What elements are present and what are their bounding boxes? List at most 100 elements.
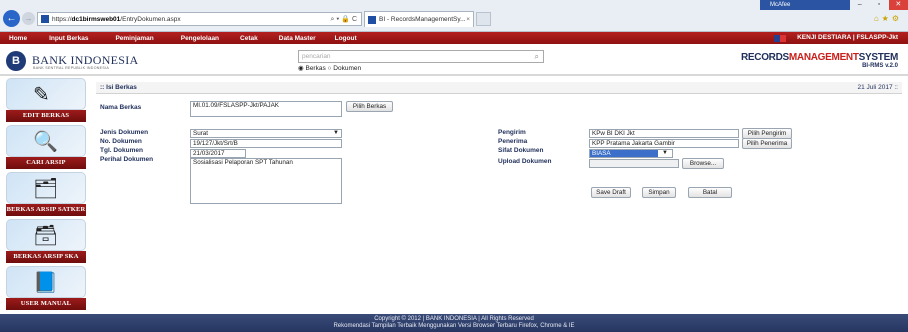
radio-dokumen-label: Dokumen xyxy=(333,65,362,72)
new-tab-button[interactable] xyxy=(476,12,491,26)
folder-icon: 🗂 xyxy=(33,178,59,200)
radio-berkas[interactable]: ◉ xyxy=(298,65,304,72)
window-controls: – ▫ ✕ xyxy=(850,0,908,10)
berkas-satker-image: 🗂 xyxy=(6,172,86,204)
sidebar-item-berkas-arsip-satker[interactable]: 🗂 BERKAS ARSIP SATKER xyxy=(6,172,86,218)
jenis-dokumen-select[interactable]: Surat ▼ xyxy=(190,129,342,138)
penerima-field[interactable]: KPP Pratama Jakarta Gambir xyxy=(589,139,739,148)
menu-data-master[interactable]: Data Master xyxy=(279,35,316,42)
magnifier-icon: 🔍 xyxy=(33,131,58,153)
sifat-dokumen-label: Sifat Dokumen xyxy=(498,147,544,154)
sidebar-item-cari-arsip[interactable]: 🔍 CARI ARSIP xyxy=(6,125,86,171)
menu-home[interactable]: Home xyxy=(9,35,27,42)
mcafee-label: McAfee xyxy=(770,2,791,8)
back-arrow-icon[interactable]: ← xyxy=(3,10,20,27)
upload-file-field[interactable] xyxy=(589,159,679,168)
minimize-icon[interactable]: – xyxy=(850,0,869,10)
url-domain: dc1birmsweb01 xyxy=(71,15,121,23)
tgl-dokumen-field[interactable]: 21/03/2017 xyxy=(190,149,246,158)
footer-copyright: Copyright © 2012 | BANK INDONESIA | All … xyxy=(374,316,534,322)
perihal-dokumen-textarea[interactable]: Sosialisasi Pelaporan SPT Tahunan xyxy=(190,158,342,204)
filebox-icon: 🗃 xyxy=(33,225,59,247)
pengirim-field[interactable]: KPw BI DKI Jkt xyxy=(589,129,739,138)
sifat-dokumen-value: BIASA xyxy=(592,150,611,157)
jenis-dokumen-label: Jenis Dokumen xyxy=(100,129,149,136)
jenis-dokumen-value: Surat xyxy=(193,130,209,137)
penerima-label: Penerima xyxy=(498,138,528,145)
mcafee-badge: McAfee xyxy=(760,0,850,10)
close-window-icon[interactable]: ✕ xyxy=(888,0,908,10)
panel-header: :: Isi Berkas 21 Juli 2017 :: xyxy=(96,82,902,94)
user-manual-image: 📘 xyxy=(6,266,86,298)
main-panel: :: Isi Berkas 21 Juli 2017 :: Nama Berka… xyxy=(96,82,908,314)
edit-berkas-image: ✎ xyxy=(6,78,86,110)
rms-management: MANAGEMENT xyxy=(788,52,859,63)
berkas-ska-image: 🗃 xyxy=(6,219,86,251)
sidebar-label: BERKAS ARSIP SKA xyxy=(6,251,86,263)
chevron-down-icon: ▼ xyxy=(658,150,672,157)
maximize-icon[interactable]: ▫ xyxy=(869,0,888,10)
main-menubar: Home Input Berkas Peminjaman Pengelolaan… xyxy=(0,32,908,44)
site-favicon-icon xyxy=(41,15,49,23)
sidebar-item-berkas-arsip-ska[interactable]: 🗃 BERKAS ARSIP SKA xyxy=(6,219,86,265)
tgl-dokumen-label: Tgl. Dokumen xyxy=(100,147,143,154)
menu-cetak[interactable]: Cetak xyxy=(240,35,258,42)
book-icon: 📘 xyxy=(33,272,58,294)
search-input[interactable]: pencarian ⌕ xyxy=(298,50,544,63)
chevron-down-icon: ▼ xyxy=(333,130,339,136)
search-scope-radios: ◉ Berkas ○ Dokumen xyxy=(298,64,361,72)
rms-version: BI-RMS v.2.0 xyxy=(862,63,898,69)
sidebar-item-user-manual[interactable]: 📘 USER MANUAL xyxy=(6,266,86,312)
tab-close-icon[interactable]: × xyxy=(466,16,470,23)
home-icon[interactable]: ⌂ xyxy=(874,14,882,23)
simpan-button[interactable]: Simpan xyxy=(642,187,676,198)
menu-input-berkas[interactable]: Input Berkas xyxy=(49,35,88,42)
tab-favicon-icon xyxy=(368,15,376,24)
search-placeholder: pencarian xyxy=(302,53,331,60)
sifat-dokumen-select[interactable]: BIASA ▼ xyxy=(589,149,673,158)
sidebar-label: USER MANUAL xyxy=(6,298,86,310)
menu-peminjaman[interactable]: Peminjaman xyxy=(115,35,153,42)
sidebar-label: CARI ARSIP xyxy=(6,157,86,169)
favorites-star-icon[interactable]: ★ xyxy=(882,14,892,23)
pilih-penerima-button[interactable]: Pilih Penerima xyxy=(742,138,792,149)
page-footer: Copyright © 2012 | BANK INDONESIA | All … xyxy=(0,314,908,332)
browse-button[interactable]: Browse... xyxy=(682,158,724,169)
browser-toolbar-icons: ⌂★⚙ xyxy=(874,14,902,23)
bank-subtitle: BANK SENTRAL REPUBLIK INDONESIA xyxy=(33,66,110,70)
batal-button[interactable]: Batal xyxy=(688,187,732,198)
perihal-dokumen-label: Perihal Dokumen xyxy=(100,156,154,163)
nama-berkas-label: Nama Berkas xyxy=(100,104,142,111)
pilih-berkas-button[interactable]: Pilih Berkas xyxy=(346,101,393,112)
search-icon[interactable]: ⌕ xyxy=(535,51,539,62)
address-bar[interactable]: https://dc1birmsweb01/EntryDokumen.aspx … xyxy=(37,12,362,26)
radio-dokumen[interactable]: ○ xyxy=(328,65,332,72)
rms-system: SYSTEM xyxy=(858,52,899,63)
settings-gear-icon[interactable]: ⚙ xyxy=(892,14,902,23)
nama-berkas-field[interactable]: MI.01.09/FSLASPP-Jkt/PAJAK xyxy=(190,101,342,117)
menu-pengelolaan[interactable]: Pengelolaan xyxy=(181,35,219,42)
url-path: /EntryDokumen.aspx xyxy=(120,15,181,23)
language-flag-icon[interactable] xyxy=(774,35,786,42)
pencil-icon: ✎ xyxy=(33,84,50,106)
upload-dokumen-label: Upload Dokumen xyxy=(498,158,552,165)
browser-chrome: ← → https://dc1birmsweb01/EntryDokumen.a… xyxy=(0,0,908,32)
save-draft-button[interactable]: Save Draft xyxy=(591,187,631,198)
no-dokumen-label: No. Dokumen xyxy=(100,138,142,145)
url-prefix: https:// xyxy=(52,15,72,23)
browser-tab[interactable]: BI - RecordsManagementSy... × xyxy=(364,11,474,27)
no-dokumen-field[interactable]: 19/127/Jkt/Srt/B xyxy=(190,139,342,148)
panel-date: 21 Juli 2017 :: xyxy=(857,84,898,91)
menu-logout[interactable]: Logout xyxy=(335,35,357,42)
user-info: KENJI DESTIARA | FSLASPP-Jkt xyxy=(797,34,898,41)
radio-berkas-label: Berkas xyxy=(305,65,326,72)
forward-arrow-icon[interactable]: → xyxy=(22,12,35,25)
address-controls[interactable]: ⌕ ▾ 🔒 C xyxy=(331,15,357,24)
bank-logo: B xyxy=(6,51,26,71)
sidebar-label: BERKAS ARSIP SATKER xyxy=(6,204,86,216)
tab-title: BI - RecordsManagementSy... xyxy=(379,16,466,23)
sidebar-label: EDIT BERKAS xyxy=(6,110,86,122)
rms-logo-text: RECORDSMANAGEMENTSYSTEM xyxy=(741,52,898,63)
sidebar-item-edit-berkas[interactable]: ✎ EDIT BERKAS xyxy=(6,78,86,124)
rms-records: RECORDS xyxy=(740,52,789,63)
